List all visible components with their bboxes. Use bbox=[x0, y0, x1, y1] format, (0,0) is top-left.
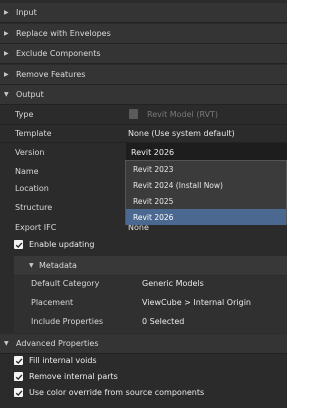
type-row: Type Revit Model (RVT) bbox=[0, 105, 287, 124]
template-row: Template None (Use system default) bbox=[0, 124, 287, 143]
export-ifc-label: Export IFC bbox=[15, 223, 57, 232]
triangle-right-icon: ▶ bbox=[4, 50, 9, 57]
section-input[interactable]: ▶ Input bbox=[0, 3, 287, 23]
color-override-label: Use color override from source component… bbox=[29, 388, 205, 397]
metadata-header[interactable]: ▼ Metadata bbox=[14, 256, 287, 275]
remove-internal-parts-checkbox[interactable] bbox=[14, 372, 23, 381]
section-advanced-label: Advanced Properties bbox=[16, 339, 99, 348]
section-exclude-components[interactable]: ▶ Exclude Components bbox=[0, 44, 287, 64]
triangle-down-icon: ▼ bbox=[4, 340, 9, 347]
structure-label: Structure bbox=[15, 203, 53, 212]
metadata-header-label: Metadata bbox=[39, 261, 77, 270]
placement-value[interactable]: ViewCube > Internal Origin bbox=[142, 298, 251, 307]
location-label: Location bbox=[15, 184, 49, 193]
properties-panel: ▶ Input ▶ Replace with Envelopes ▶ Exclu… bbox=[0, 0, 287, 408]
section-advanced-properties[interactable]: ▼ Advanced Properties bbox=[0, 334, 287, 354]
triangle-down-icon: ▼ bbox=[4, 91, 9, 98]
version-select[interactable]: Revit 2026 bbox=[126, 143, 287, 161]
section-replace-label: Replace with Envelopes bbox=[16, 29, 111, 38]
include-properties-value[interactable]: 0 Selected bbox=[142, 317, 184, 326]
section-output-label: Output bbox=[16, 90, 44, 99]
placement-label: Placement bbox=[31, 298, 74, 307]
include-properties-label: Include Properties bbox=[31, 317, 104, 326]
type-label: Type bbox=[15, 110, 34, 119]
section-replace-with-envelopes[interactable]: ▶ Replace with Envelopes bbox=[0, 24, 287, 44]
enable-updating-label: Enable updating bbox=[29, 240, 95, 249]
color-override-checkbox[interactable] bbox=[14, 388, 23, 397]
triangle-right-icon: ▶ bbox=[4, 9, 9, 16]
checkmark-icon bbox=[15, 373, 22, 380]
default-category-value[interactable]: Generic Models bbox=[142, 279, 204, 288]
checkmark-icon bbox=[15, 357, 22, 364]
name-label: Name bbox=[15, 167, 39, 176]
fill-internal-voids-label: Fill internal voids bbox=[29, 356, 97, 365]
version-select-value: Revit 2026 bbox=[131, 147, 175, 157]
section-input-label: Input bbox=[16, 8, 37, 17]
version-option[interactable]: Revit 2025 bbox=[126, 193, 286, 209]
remove-internal-parts-label: Remove internal parts bbox=[29, 372, 118, 381]
revit-file-icon bbox=[129, 109, 138, 119]
section-exclude-label: Exclude Components bbox=[16, 49, 101, 58]
enable-updating-checkbox[interactable] bbox=[14, 240, 23, 249]
version-option[interactable]: Revit 2023 bbox=[126, 161, 286, 177]
version-dropdown-list: Revit 2023 Revit 2024 (Install Now) Revi… bbox=[125, 160, 287, 225]
type-value: Revit Model (RVT) bbox=[147, 110, 219, 119]
triangle-right-icon: ▶ bbox=[4, 71, 9, 78]
default-category-label: Default Category bbox=[31, 279, 100, 288]
triangle-down-icon: ▼ bbox=[29, 262, 34, 269]
checkmark-icon bbox=[15, 389, 22, 396]
version-option[interactable]: Revit 2024 (Install Now) bbox=[126, 177, 286, 193]
template-label: Template bbox=[15, 129, 52, 138]
fill-internal-voids-checkbox[interactable] bbox=[14, 356, 23, 365]
template-value[interactable]: None (Use system default) bbox=[128, 129, 235, 138]
section-output[interactable]: ▼ Output bbox=[0, 85, 287, 105]
version-option-selected[interactable]: Revit 2026 bbox=[126, 209, 286, 225]
section-remove-features[interactable]: ▶ Remove Features bbox=[0, 65, 287, 85]
checkmark-icon bbox=[15, 241, 22, 248]
version-label: Version bbox=[15, 148, 45, 157]
section-remove-label: Remove Features bbox=[16, 70, 86, 79]
triangle-right-icon: ▶ bbox=[4, 30, 9, 37]
